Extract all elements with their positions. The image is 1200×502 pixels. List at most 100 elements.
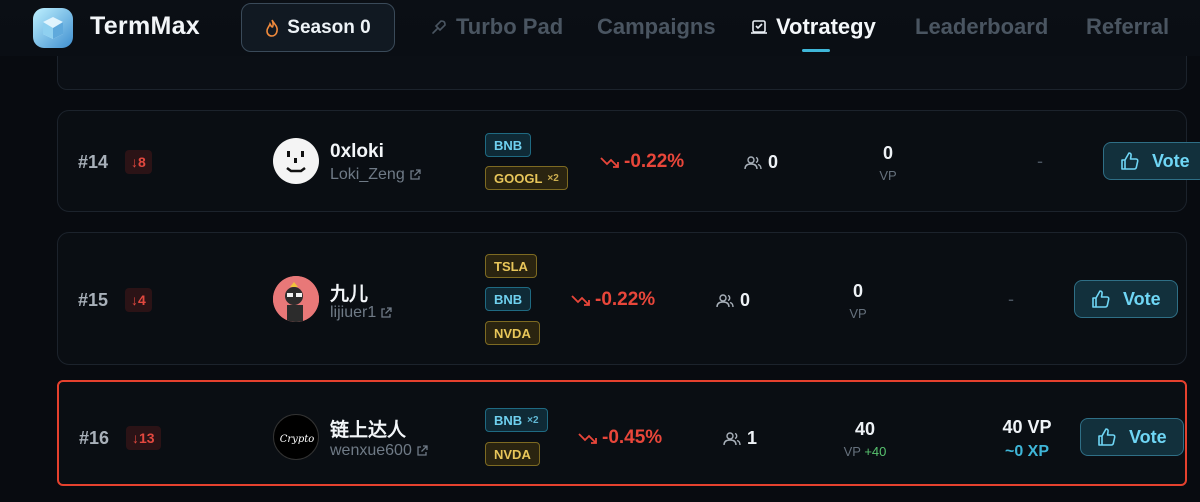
performance-text: -0.22% (624, 151, 685, 172)
top-nav-bar: TermMax Season 0 Turbo Pad Campaigns Vot… (0, 0, 1200, 56)
performance-value: -0.22% (571, 289, 655, 311)
character-avatar-icon (273, 276, 319, 322)
rocket-icon (432, 20, 446, 34)
trend-down-icon (600, 157, 619, 168)
asset-multiplier: ×2 (547, 172, 559, 184)
asset-tag-label: BNB (494, 291, 523, 307)
nav-leaderboard[interactable]: Leaderboard (915, 14, 1048, 40)
users-icon (723, 431, 741, 445)
smiley-avatar-icon (286, 151, 306, 173)
my-vote-empty: - (1037, 151, 1043, 171)
asset-tag: BNB (485, 133, 532, 157)
svg-text:Crypto: Crypto (280, 434, 315, 445)
rank-change-badge: ↓8 (125, 150, 152, 174)
thumbs-up-icon (1121, 152, 1139, 170)
nav-votrategy[interactable]: Votrategy (750, 14, 876, 40)
asset-tag: NVDA (485, 442, 540, 466)
vote-button-label: Vote (1129, 426, 1167, 447)
voter-count: 0 (716, 290, 750, 311)
trend-down-icon (571, 295, 590, 306)
user-handle: wenxue600 (330, 442, 412, 459)
performance-text: -0.45% (602, 427, 663, 448)
nav-label: Leaderboard (915, 14, 1049, 39)
vote-button-label: Vote (1123, 288, 1161, 309)
vp-label: VP (879, 168, 897, 183)
asset-tag-label: NVDA (494, 325, 531, 341)
previous-row-card (57, 56, 1187, 90)
user-handle: Loki_Zeng (330, 166, 405, 183)
users-icon (744, 155, 762, 169)
vp-total: 40 (854, 419, 876, 439)
vp-increase: +40 (864, 444, 887, 459)
nav-referral[interactable]: Referral (1086, 14, 1169, 40)
asset-tag: NVDA (485, 321, 540, 345)
rank-change-badge: ↓13 (126, 426, 161, 450)
external-link-icon (381, 307, 392, 318)
rank-change-badge: ↓4 (125, 288, 152, 312)
app-name[interactable]: TermMax (90, 12, 200, 41)
my-vote-xp: ~0 XP (1004, 443, 1050, 460)
asset-tag: TSLA (485, 254, 537, 278)
vp-total: 0 (852, 281, 863, 301)
active-tab-indicator (802, 49, 830, 52)
voter-count-text: 1 (747, 428, 758, 448)
rank-number: #15 (78, 290, 109, 310)
vp-label: VP +40 (843, 444, 887, 459)
performance-value: -0.45% (578, 427, 662, 449)
asset-tag-label: BNB (494, 412, 523, 428)
user-handle-link[interactable]: lijiuer1 (330, 304, 392, 322)
users-icon (716, 293, 734, 307)
vote-button-label: Vote (1152, 150, 1190, 171)
flame-icon (266, 19, 279, 37)
my-vote-vp: 40 VP (1002, 417, 1052, 437)
nav-label: Referral (1086, 14, 1170, 39)
asset-tag: BNB (485, 287, 532, 311)
rank-number: #14 (78, 152, 109, 172)
vp-label: VP (849, 306, 867, 321)
asset-tag-label: GOOGL (494, 170, 543, 186)
voter-count-text: 0 (768, 152, 779, 172)
rank-number: #16 (79, 428, 110, 448)
trend-down-icon (578, 433, 597, 444)
voter-count-text: 0 (740, 290, 751, 310)
asset-tag-label: NVDA (494, 446, 531, 462)
vp-total: 0 (882, 143, 893, 163)
avatar[interactable] (273, 276, 319, 322)
vote-button[interactable]: Vote (1103, 142, 1200, 180)
user-handle-link[interactable]: wenxue600 (330, 442, 428, 460)
voter-count: 0 (744, 152, 778, 173)
performance-text: -0.22% (595, 289, 656, 310)
external-link-icon (410, 169, 421, 180)
external-link-icon (417, 445, 428, 456)
asset-multiplier: ×2 (527, 414, 539, 426)
nav-turbo-pad[interactable]: Turbo Pad (430, 14, 563, 40)
my-vote-empty: - (1008, 289, 1014, 309)
thumbs-up-icon (1092, 290, 1110, 308)
user-display-name: 链上达人 (330, 420, 407, 441)
nav-label: Campaigns (597, 14, 716, 39)
nav-label: Turbo Pad (456, 14, 564, 39)
ballot-icon (751, 20, 767, 34)
vote-button[interactable]: Vote (1074, 280, 1178, 318)
asset-tag: BNB ×2 (485, 408, 548, 432)
voter-count: 1 (723, 428, 757, 449)
season-button[interactable]: Season 0 (241, 3, 395, 52)
leaderboard-row-highlighted: #16 ↓13 Crypto 链上达人 wenxue600 BNB ×2 NVD… (57, 380, 1187, 486)
asset-tag-label: TSLA (494, 258, 528, 274)
season-label: Season 0 (287, 16, 371, 38)
user-display-name: 九儿 (330, 284, 369, 305)
termmax-logo-icon[interactable] (29, 6, 77, 50)
leaderboard-row: #14 ↓8 0xloki Loki_Zeng BNB GOOGL ×2 -0.… (57, 110, 1200, 212)
nav-label: Votrategy (776, 14, 876, 39)
asset-tag-label: BNB (494, 137, 523, 153)
nav-campaigns[interactable]: Campaigns (597, 14, 716, 40)
avatar[interactable] (273, 138, 319, 184)
user-handle-link[interactable]: Loki_Zeng (330, 166, 421, 184)
user-handle: lijiuer1 (330, 304, 377, 321)
asset-tag: GOOGL ×2 (485, 166, 568, 190)
user-display-name: 0xloki (330, 141, 384, 162)
performance-value: -0.22% (600, 151, 684, 173)
avatar[interactable]: Crypto (273, 414, 319, 460)
thumbs-up-icon (1098, 428, 1116, 446)
vote-button[interactable]: Vote (1080, 418, 1184, 456)
